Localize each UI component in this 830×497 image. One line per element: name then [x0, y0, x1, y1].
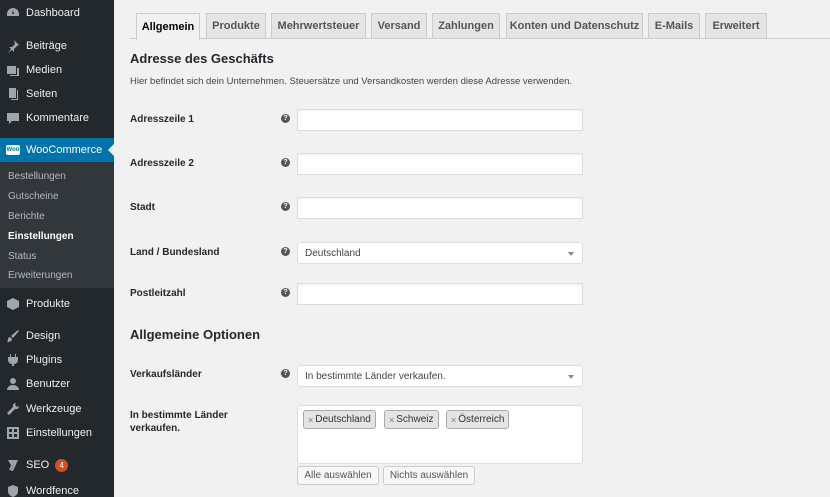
- menu-posts[interactable]: Beiträge: [0, 34, 114, 58]
- menu-products-label: Produkte: [26, 298, 71, 310]
- specific-countries-multiselect[interactable]: × Deutschland × Schweiz × Österreich: [297, 405, 583, 464]
- remove-chip-icon[interactable]: ×: [389, 415, 394, 425]
- selling-location-select[interactable]: In bestimmte Länder verkaufen.: [297, 365, 583, 387]
- country-chip[interactable]: × Schweiz: [384, 410, 439, 429]
- address1-field[interactable]: [297, 109, 583, 131]
- menu-tools-label: Werkzeuge: [26, 403, 82, 415]
- menu-comments[interactable]: Kommentare: [0, 106, 114, 130]
- postcode-label: Postleitzahl: [130, 288, 186, 299]
- active-menu-arrow: [108, 144, 114, 156]
- country-chip-label: Schweiz: [396, 414, 434, 425]
- plugin-icon: [6, 353, 20, 367]
- seo-notification-badge: 4: [55, 458, 69, 472]
- store-address-description: Hier befindet sich dein Unternehmen. Ste…: [130, 76, 573, 87]
- yoast-icon: [6, 458, 20, 472]
- menu-wordfence-label: Wordfence: [26, 485, 79, 497]
- dropdown-arrow-icon: [568, 375, 574, 379]
- store-address-heading: Adresse des Geschäfts: [130, 51, 274, 66]
- city-field[interactable]: [297, 197, 583, 219]
- tab-advanced[interactable]: Erweitert: [705, 13, 767, 39]
- general-options-heading: Allgemeine Optionen: [130, 327, 261, 342]
- settings-icon: [6, 426, 20, 440]
- country-select[interactable]: Deutschland: [297, 242, 583, 264]
- menu-pages-label: Seiten: [26, 88, 58, 100]
- woocommerce-submenu: Bestellungen Gutscheine Berichte Einstel…: [0, 162, 114, 288]
- tab-tax[interactable]: Mehrwertsteuer: [271, 13, 366, 39]
- tab-products[interactable]: Produkte: [206, 13, 266, 39]
- menu-products[interactable]: Produkte: [0, 292, 114, 316]
- country-label: Land / Bundesland: [130, 247, 220, 258]
- select-none-button[interactable]: Nichts auswählen: [383, 466, 475, 485]
- menu-seo[interactable]: SEO 4: [0, 453, 114, 477]
- submenu-orders[interactable]: Bestellungen: [8, 171, 66, 182]
- brush-icon: [6, 329, 20, 343]
- menu-settings[interactable]: Einstellungen: [0, 421, 114, 445]
- help-icon[interactable]: ?: [281, 202, 290, 211]
- menu-comments-label: Kommentare: [26, 112, 89, 124]
- menu-plugins[interactable]: Plugins: [0, 348, 114, 372]
- wrench-icon: [6, 402, 20, 416]
- menu-woocommerce-label: WooCommerce: [26, 144, 103, 156]
- selling-location-value: In bestimmte Länder verkaufen.: [305, 370, 446, 382]
- submenu-settings[interactable]: Einstellungen: [8, 231, 74, 242]
- country-select-value: Deutschland: [305, 247, 361, 259]
- menu-media[interactable]: Medien: [0, 58, 114, 82]
- menu-posts-label: Beiträge: [26, 40, 67, 52]
- address2-field[interactable]: [297, 153, 583, 175]
- country-chip[interactable]: × Deutschland: [303, 410, 376, 429]
- submenu-reports[interactable]: Berichte: [8, 211, 45, 222]
- menu-wordfence[interactable]: Wordfence: [0, 479, 114, 497]
- menu-dashboard[interactable]: Dashboard: [0, 1, 114, 25]
- specific-countries-label: In bestimmte Länder verkaufen.: [130, 410, 228, 434]
- menu-dashboard-label: Dashboard: [26, 7, 80, 19]
- pages-icon: [6, 87, 20, 101]
- comments-icon: [6, 111, 20, 125]
- dashboard-icon: [6, 6, 20, 20]
- menu-users[interactable]: Benutzer: [0, 372, 114, 396]
- admin-sidebar: Dashboard Beiträge Medien Seiten Komment…: [0, 0, 114, 497]
- remove-chip-icon[interactable]: ×: [451, 415, 456, 425]
- address1-label: Adresszeile 1: [130, 114, 194, 125]
- menu-design-label: Design: [26, 330, 61, 342]
- tab-accounts[interactable]: Konten und Datenschutz: [506, 13, 643, 39]
- menu-users-label: Benutzer: [26, 378, 71, 390]
- tab-emails[interactable]: E-Mails: [648, 13, 700, 39]
- menu-design[interactable]: Design: [0, 324, 114, 348]
- tab-shipping[interactable]: Versand: [371, 13, 427, 39]
- wordfence-icon: [6, 484, 20, 497]
- submenu-coupons[interactable]: Gutscheine: [8, 191, 59, 202]
- country-chip[interactable]: × Österreich: [446, 410, 510, 429]
- country-chip-label: Österreich: [458, 414, 505, 425]
- selling-countries-label: Verkaufsländer: [130, 369, 202, 380]
- help-icon[interactable]: ?: [281, 247, 290, 256]
- media-icon: [6, 63, 20, 77]
- tab-general[interactable]: Allgemein: [136, 13, 200, 40]
- select-all-button[interactable]: Alle auswählen: [297, 466, 379, 485]
- address2-label: Adresszeile 2: [130, 158, 194, 169]
- country-chip-label: Deutschland: [315, 414, 371, 425]
- help-icon[interactable]: ?: [281, 114, 290, 123]
- menu-pages[interactable]: Seiten: [0, 82, 114, 106]
- menu-plugins-label: Plugins: [26, 354, 63, 366]
- user-icon: [6, 377, 20, 391]
- dropdown-arrow-icon: [568, 252, 574, 256]
- city-label: Stadt: [130, 202, 155, 213]
- menu-tools[interactable]: Werkzeuge: [0, 397, 114, 421]
- woocommerce-icon: Woo: [6, 145, 20, 155]
- menu-settings-label: Einstellungen: [26, 427, 93, 439]
- submenu-status[interactable]: Status: [8, 251, 36, 262]
- help-icon[interactable]: ?: [281, 158, 290, 167]
- menu-seo-label: SEO: [26, 459, 50, 471]
- products-icon: [6, 297, 20, 311]
- menu-woocommerce[interactable]: Woo WooCommerce: [0, 138, 114, 162]
- pin-icon: [6, 39, 20, 53]
- remove-chip-icon[interactable]: ×: [308, 415, 313, 425]
- help-icon[interactable]: ?: [281, 369, 290, 378]
- submenu-extensions[interactable]: Erweiterungen: [8, 270, 72, 281]
- menu-media-label: Medien: [26, 64, 63, 76]
- help-icon[interactable]: ?: [281, 288, 290, 297]
- postcode-field[interactable]: [297, 283, 583, 305]
- tab-payments[interactable]: Zahlungen: [432, 13, 500, 39]
